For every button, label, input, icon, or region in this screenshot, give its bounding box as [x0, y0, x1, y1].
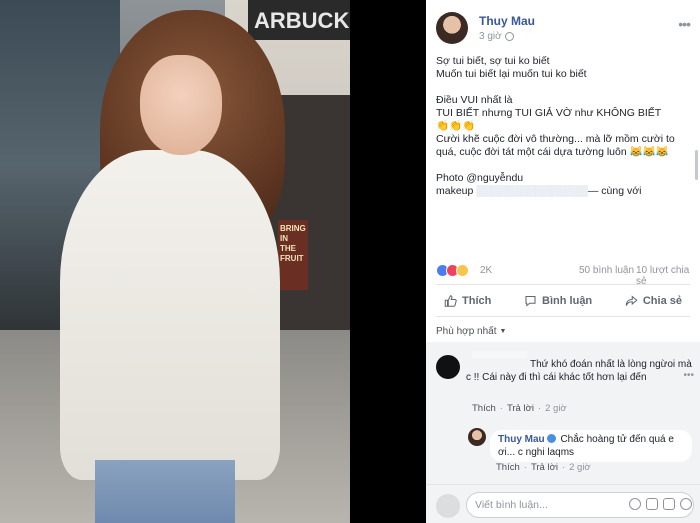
- photo-jeans: [95, 460, 235, 523]
- reaction-icons[interactable]: [436, 264, 469, 277]
- post-line: 👏👏👏: [436, 120, 476, 132]
- verified-icon: [546, 434, 556, 443]
- tagged-with: — cùng với: [587, 185, 642, 197]
- comment-sort-dropdown[interactable]: Phù hợp nhất ▼: [436, 326, 506, 337]
- post-photo[interactable]: ARBUCK BRING IN THE FRUIT: [0, 0, 350, 523]
- post-header: Thuy Mau 3 giờ •••: [436, 10, 691, 44]
- post-line-gap: [436, 159, 690, 172]
- action-bar: Thích Bình luận Chia sẻ: [436, 290, 690, 312]
- gif-icon[interactable]: [663, 498, 675, 510]
- comment-icon: [525, 295, 536, 307]
- comment-time[interactable]: 2 giờ: [545, 403, 567, 414]
- comment-sort-label: Phù hợp nhất: [436, 326, 497, 337]
- like-label: Thích: [462, 295, 492, 307]
- meta-separator: ·: [561, 462, 566, 473]
- caret-down-icon: ▼: [499, 328, 507, 335]
- reply-bubble: Thuy Mau Chắc hoàng tử đến quá e ơi... c…: [490, 430, 692, 462]
- reaction-count[interactable]: 2K: [480, 265, 492, 276]
- post-line: Điều VUI nhất là: [436, 94, 513, 106]
- write-comment-box: Viết bình luận...: [426, 484, 700, 523]
- photo-poster: BRING IN THE FRUIT: [278, 220, 308, 290]
- comment-button[interactable]: Bình luận: [516, 290, 600, 312]
- comment-bubble: Thứ khó đoán nhất là lòng ngừoi mà c !! …: [466, 358, 692, 384]
- reply-time[interactable]: 2 giờ: [569, 462, 591, 473]
- divider: [436, 284, 690, 285]
- makeup-credit: makeup: [436, 185, 474, 197]
- comment-reply-link[interactable]: Trả lời: [507, 403, 534, 414]
- post-line: Muốn tui biết lại muốn tui ko biết: [436, 68, 587, 80]
- post-line: TUI BIẾT nhưng TUI GIẢ VỜ như KHÔNG BIẾT: [436, 107, 662, 119]
- share-label: Chia sẻ: [642, 295, 682, 307]
- photo-viewer: ARBUCK BRING IN THE FRUIT: [0, 0, 426, 523]
- post-line: makeup ▒▒▒▒▒▒▒▒▒▒▒▒▒▒▒— cùng với: [436, 185, 690, 198]
- meta-separator: ·: [537, 403, 542, 414]
- haha-reaction-icon: [456, 264, 469, 277]
- reply-reply-link[interactable]: Trả lời: [531, 462, 558, 473]
- divider: [436, 316, 690, 317]
- comment-text: Thứ khó đoán nhất là lòng ngừoi mà c !! …: [466, 359, 692, 383]
- emoji-icon[interactable]: [629, 498, 641, 510]
- globe-icon: [504, 32, 514, 41]
- meta-separator: ·: [499, 403, 503, 414]
- camera-icon[interactable]: [646, 498, 658, 510]
- scrollbar[interactable]: [695, 150, 698, 180]
- reply-avatar[interactable]: [468, 428, 486, 446]
- post-line: Photo @nguyễndu: [436, 172, 690, 185]
- comment-like-link[interactable]: Thích: [472, 403, 496, 414]
- photo-sign: ARBUCK: [248, 0, 350, 40]
- more-icon[interactable]: •••: [678, 16, 691, 32]
- photo-sweater: [60, 150, 280, 480]
- blurred-tag: ▒▒▒▒▒▒▒▒▒▒▒▒▒▒▒: [476, 185, 588, 197]
- photo-credit[interactable]: Photo @nguyễndu: [436, 172, 523, 184]
- share-button[interactable]: Chia sẻ: [617, 290, 690, 312]
- reply-author[interactable]: Thuy Mau: [498, 434, 545, 445]
- sticker-icon[interactable]: [680, 498, 692, 510]
- post-line: Cười khẽ cuộc đời vô thường... mà lỡ mồm…: [436, 133, 675, 158]
- post-line-gap: [436, 81, 690, 94]
- post-time-text: 3 giờ: [479, 31, 502, 42]
- reaction-summary: 2K 50 bình luận 10 lượt chia sẻ: [436, 264, 690, 287]
- share-icon: [625, 295, 638, 306]
- post-time[interactable]: 3 giờ: [479, 31, 514, 42]
- comment-count[interactable]: 50 bình luận: [579, 265, 634, 276]
- author-name[interactable]: Thuy Mau: [479, 14, 535, 28]
- post-text: Sợ tui biết, sợ tui ko biết Muốn tui biế…: [436, 55, 690, 198]
- comment-meta: Thích · Trả lời · 2 giờ: [472, 403, 567, 414]
- post-panel: Thuy Mau 3 giờ ••• Sợ tui biết, sợ tui k…: [426, 0, 700, 523]
- comment-label: Bình luận: [542, 295, 593, 307]
- like-button[interactable]: Thích: [436, 290, 499, 312]
- meta-separator: ·: [523, 462, 527, 473]
- commenter-avatar[interactable]: [436, 355, 460, 379]
- current-user-avatar: [436, 494, 460, 518]
- more-icon[interactable]: •••: [683, 370, 694, 381]
- photo-face: [140, 55, 222, 155]
- reply-like-link[interactable]: Thích: [496, 462, 520, 473]
- comment-input-icons: [629, 498, 692, 510]
- post-line: Sợ tui biết, sợ tui ko biết: [436, 55, 550, 67]
- author-avatar[interactable]: [436, 12, 468, 44]
- like-icon: [444, 295, 457, 307]
- reply-meta: Thích · Trả lời · 2 giờ: [496, 462, 591, 473]
